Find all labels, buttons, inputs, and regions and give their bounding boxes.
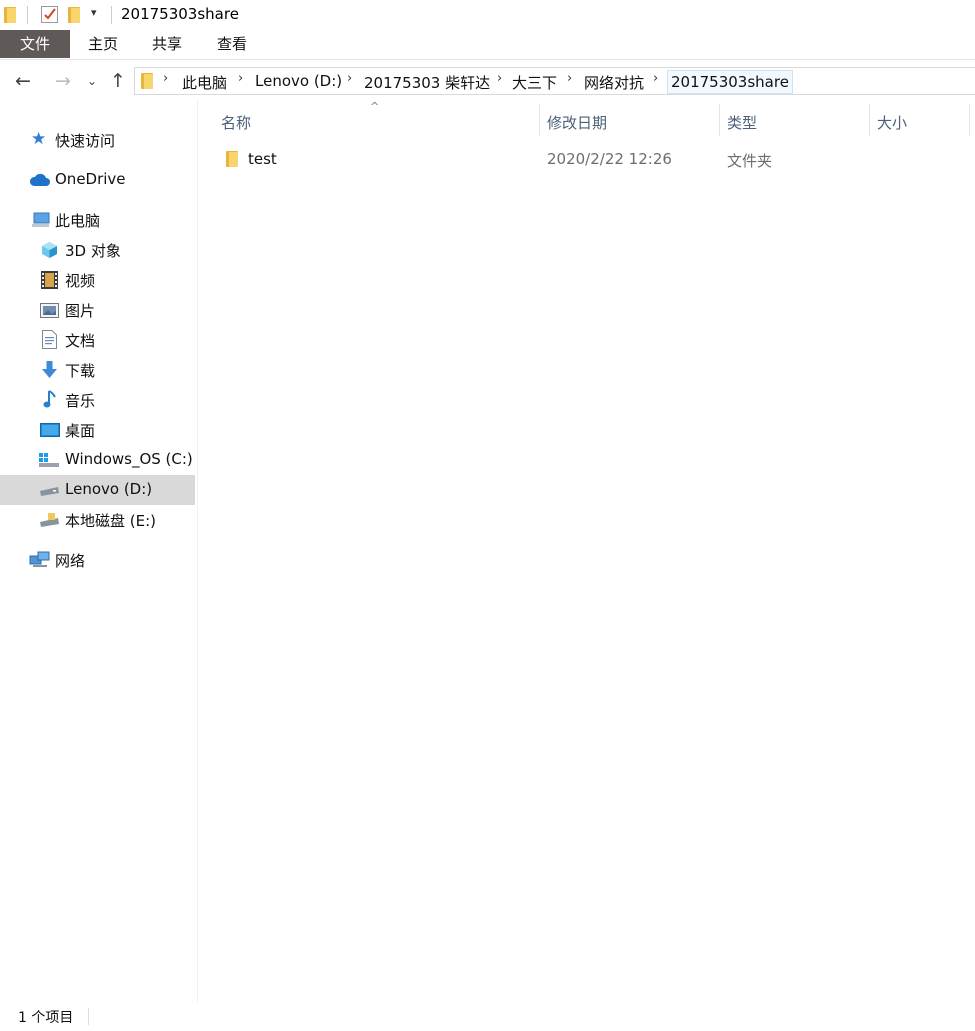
divider xyxy=(88,1008,89,1025)
title-bar: ▾ 20175303share xyxy=(0,0,975,30)
navigation-bar: ← → ⌄ ↑ › 此电脑 › Lenovo (D:) › 20175303 柴… xyxy=(0,62,975,100)
tab-view[interactable]: 查看 xyxy=(207,30,257,58)
breadcrumb-current[interactable]: 20175303share xyxy=(667,70,793,94)
sidebar-item-label: 视频 xyxy=(65,272,96,290)
sidebar-item-label: 本地磁盘 (E:) xyxy=(65,512,157,530)
file-list: ^ 名称 修改日期 类型 大小 test 2020/2/22 12:26 文件夹 xyxy=(198,100,975,1002)
sidebar-item-label: Lenovo (D:) xyxy=(65,480,153,498)
breadcrumb-separator-icon[interactable]: › xyxy=(497,71,502,86)
recent-locations-chevron-icon[interactable]: ⌄ xyxy=(84,68,100,94)
sidebar-item-network[interactable]: 网络 xyxy=(0,545,195,575)
divider xyxy=(27,6,28,24)
breadcrumb-this-pc[interactable]: 此电脑 xyxy=(182,72,227,93)
address-bar[interactable]: › 此电脑 › Lenovo (D:) › 20175303 柴轩达 › 大三下… xyxy=(134,67,975,95)
drive-icon xyxy=(40,487,59,496)
sidebar-item-label: OneDrive xyxy=(55,170,126,188)
folder-icon xyxy=(4,7,16,23)
star-icon: ★ xyxy=(31,129,47,149)
music-note-icon xyxy=(43,390,56,408)
sidebar-item-label: Windows_OS (C:) xyxy=(65,450,193,468)
column-divider[interactable] xyxy=(969,104,970,136)
sidebar-item-drive-c[interactable]: Windows_OS (C:) xyxy=(0,445,195,475)
file-name: test xyxy=(248,150,277,168)
new-folder-icon[interactable] xyxy=(68,7,80,23)
breadcrumb-separator-icon[interactable]: › xyxy=(653,71,658,86)
column-header-name[interactable]: 名称 xyxy=(221,112,251,133)
status-bar: 1 个项目 xyxy=(0,1002,975,1031)
window-title: 20175303share xyxy=(121,5,239,23)
sidebar-item-label: 音乐 xyxy=(65,392,96,410)
breadcrumb-course[interactable]: 网络对抗 xyxy=(584,72,644,93)
divider xyxy=(111,6,112,24)
file-modified: 2020/2/22 12:26 xyxy=(547,150,672,168)
column-divider[interactable] xyxy=(719,104,720,136)
column-header-size[interactable]: 大小 xyxy=(877,112,907,133)
drive-icon xyxy=(40,513,59,527)
sidebar-item-label: 桌面 xyxy=(65,422,96,440)
folder-icon xyxy=(226,151,238,167)
breadcrumb-separator-icon[interactable]: › xyxy=(163,71,168,86)
properties-checkbox-icon[interactable] xyxy=(41,6,58,23)
sidebar-item-label: 文档 xyxy=(65,332,96,350)
sidebar-item-3d-objects[interactable]: 3D 对象 xyxy=(0,235,195,265)
cube-3d-icon xyxy=(42,242,57,258)
back-arrow-icon[interactable]: ← xyxy=(10,68,36,94)
sidebar-item-label: 快速访问 xyxy=(55,132,116,150)
document-icon xyxy=(42,330,57,349)
breadcrumb-user-folder[interactable]: 20175303 柴轩达 xyxy=(364,72,490,93)
windows-drive-icon xyxy=(39,453,59,467)
sidebar-item-pictures[interactable]: 图片 xyxy=(0,295,195,325)
picture-icon xyxy=(40,303,59,318)
forward-arrow-icon[interactable]: → xyxy=(50,68,76,94)
sidebar-item-desktop[interactable]: 桌面 xyxy=(0,415,195,445)
column-header-type[interactable]: 类型 xyxy=(727,112,757,133)
sidebar-item-label: 图片 xyxy=(65,302,96,320)
cloud-icon xyxy=(29,173,50,186)
tab-file[interactable]: 文件 xyxy=(0,30,70,58)
breadcrumb-drive-d[interactable]: Lenovo (D:) xyxy=(255,72,342,90)
customize-toolbar-chevron-icon[interactable]: ▾ xyxy=(91,6,97,19)
sidebar-item-quick-access[interactable]: ★ 快速访问 xyxy=(0,125,195,155)
desktop-icon xyxy=(40,423,60,437)
folder-icon xyxy=(141,73,153,89)
column-header-modified[interactable]: 修改日期 xyxy=(547,112,607,133)
table-row[interactable]: test 2020/2/22 12:26 文件夹 xyxy=(214,145,964,173)
sidebar-item-downloads[interactable]: 下载 xyxy=(0,355,195,385)
sidebar-item-documents[interactable]: 文档 xyxy=(0,325,195,355)
sidebar-item-label: 3D 对象 xyxy=(65,242,121,260)
download-arrow-icon xyxy=(42,361,57,378)
breadcrumb-separator-icon[interactable]: › xyxy=(567,71,572,86)
up-arrow-icon[interactable]: ↑ xyxy=(106,68,130,94)
tab-home[interactable]: 主页 xyxy=(78,30,128,58)
sidebar-item-videos[interactable]: 视频 xyxy=(0,265,195,295)
sidebar-item-drive-d[interactable]: Lenovo (D:) xyxy=(0,475,195,505)
file-type: 文件夹 xyxy=(727,152,773,170)
film-icon xyxy=(41,271,58,289)
sidebar-item-label: 下载 xyxy=(65,362,96,380)
breadcrumb-semester[interactable]: 大三下 xyxy=(512,72,557,93)
sort-ascending-chevron-icon: ^ xyxy=(370,100,380,113)
breadcrumb-separator-icon[interactable]: › xyxy=(238,71,243,86)
tab-share[interactable]: 共享 xyxy=(142,30,192,58)
column-divider[interactable] xyxy=(869,104,870,136)
ribbon-tabs: 文件 主页 共享 查看 xyxy=(0,30,975,60)
breadcrumb-separator-icon[interactable]: › xyxy=(347,71,352,86)
network-icon xyxy=(29,551,50,567)
sidebar-item-onedrive[interactable]: OneDrive xyxy=(0,165,195,195)
sidebar-item-drive-e[interactable]: 本地磁盘 (E:) xyxy=(0,505,195,535)
sidebar-item-this-pc[interactable]: 此电脑 xyxy=(0,205,195,235)
computer-icon xyxy=(32,212,50,227)
sidebar-item-label: 网络 xyxy=(55,552,86,570)
sidebar-item-music[interactable]: 音乐 xyxy=(0,385,195,415)
navigation-pane: ★ 快速访问 OneDrive 此电脑 3D 对象 视频 图片 文档 下载 音乐… xyxy=(0,100,198,1002)
item-count: 1 个项目 xyxy=(18,1010,74,1026)
sidebar-item-label: 此电脑 xyxy=(55,212,101,230)
column-divider[interactable] xyxy=(539,104,540,136)
